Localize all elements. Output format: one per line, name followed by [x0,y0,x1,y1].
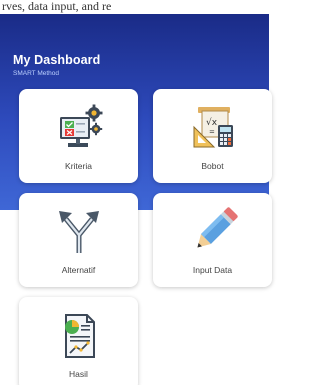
menu-card-alternatif[interactable]: Alternatif [19,193,138,287]
alternative-arrows-icon [58,211,99,253]
menu-card-bobot[interactable]: √x = Bobot [153,89,272,183]
svg-text:=: = [209,128,215,136]
menu-card-label: Kriteria [65,161,92,171]
weight-ruler-calculator-icon: √x = [193,107,233,148]
menu-card-hasil[interactable]: Hasil [19,297,138,385]
menu-card-label: Alternatif [61,265,96,275]
menu-card-label: Hasil [69,369,88,379]
menu-card-label: Input Data [192,265,233,275]
svg-text:√x: √x [206,117,218,128]
menu-card-input-data[interactable]: Input Data [153,193,272,287]
page-title: My Dashboard [13,53,101,67]
menu-card-kriteria[interactable]: Kriteria [19,89,138,183]
report-chart-icon [64,314,95,358]
page-subtitle: SMART Method [13,70,60,77]
menu-card-label: Bobot [201,161,224,171]
pencil-icon [196,207,238,248]
criteria-settings-icon [59,104,102,147]
